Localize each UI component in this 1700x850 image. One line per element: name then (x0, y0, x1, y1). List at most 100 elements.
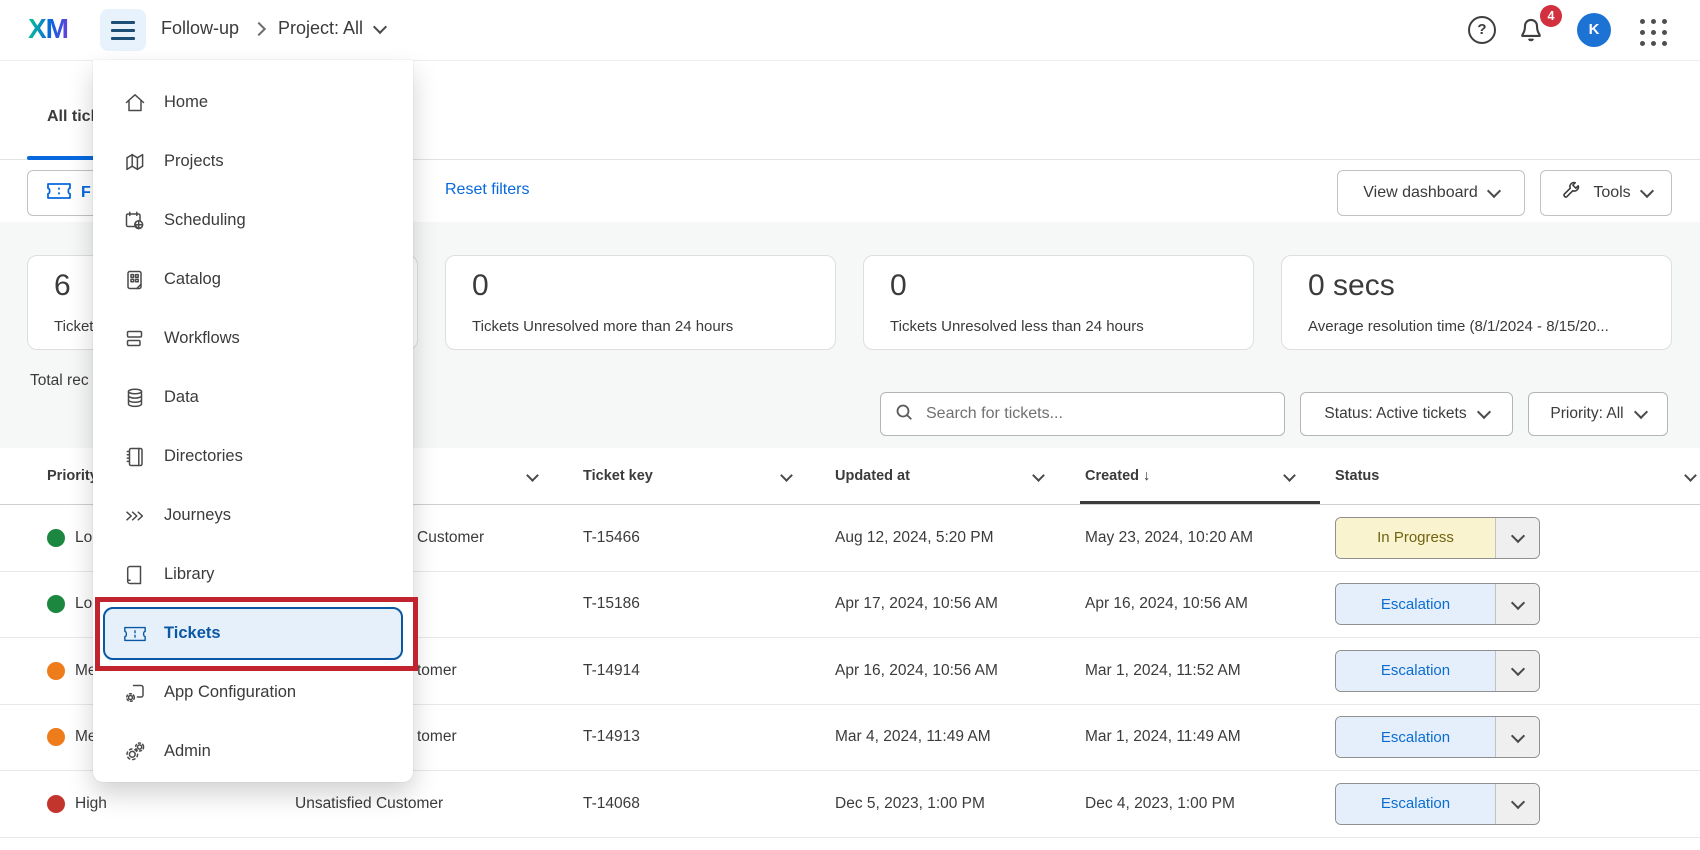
stat-card: 0Tickets Unresolved less than 24 hours (863, 255, 1254, 350)
menu-item-catalog[interactable]: Catalog (93, 250, 413, 309)
updated-at: Apr 16, 2024, 10:56 AM (835, 662, 998, 680)
status-badge: In Progress (1336, 518, 1495, 558)
priority-filter-dropdown[interactable]: Priority: All (1528, 392, 1668, 436)
ticket-key: T-14068 (583, 795, 640, 813)
wrench-icon (1560, 180, 1582, 207)
chevron-down-icon (1640, 184, 1654, 198)
ticket-key: T-14914 (583, 662, 640, 680)
menu-item-label: Directories (164, 447, 243, 466)
priority-filter-label: Priority: All (1550, 405, 1623, 423)
created-at: Dec 4, 2023, 1:00 PM (1085, 795, 1235, 813)
menu-item-admin[interactable]: Admin (93, 722, 413, 781)
stat-card-value: 0 secs (1308, 269, 1395, 303)
menu-item-label: Home (164, 93, 208, 112)
status-chevron-button[interactable] (1495, 717, 1539, 757)
status-dropdown[interactable]: In Progress (1335, 517, 1540, 559)
column-header-status[interactable]: Status (1335, 468, 1379, 484)
menu-item-directories[interactable]: Directories (93, 427, 413, 486)
menu-item-label: Journeys (164, 506, 231, 525)
sorted-column-indicator (1080, 501, 1320, 504)
notification-count-badge: 4 (1540, 5, 1562, 27)
breadcrumb-section[interactable]: Follow-up (161, 18, 239, 39)
menu-item-label: Tickets (164, 624, 221, 643)
status-dropdown[interactable]: Escalation (1335, 650, 1540, 692)
menu-item-workflows[interactable]: Workflows (93, 309, 413, 368)
priority-dot-icon (47, 529, 65, 547)
status-chevron-button[interactable] (1495, 651, 1539, 691)
column-sort-chevron[interactable] (1034, 468, 1043, 484)
priority-label: High (75, 795, 107, 813)
updated-at: Mar 4, 2024, 11:49 AM (835, 728, 991, 746)
status-badge: Escalation (1336, 784, 1495, 824)
status-chevron-button[interactable] (1495, 784, 1539, 824)
status-chevron-button[interactable] (1495, 584, 1539, 624)
menu-item-scheduling[interactable]: Scheduling (93, 191, 413, 250)
app-window: All tick F Reset filters View dashboard … (0, 0, 1700, 850)
menu-item-tickets[interactable]: Tickets (103, 607, 403, 660)
column-sort-chevron[interactable] (528, 468, 537, 484)
breadcrumb-separator-icon (252, 22, 266, 36)
ticket-search[interactable] (880, 392, 1285, 436)
view-dashboard-button[interactable]: View dashboard (1337, 170, 1525, 216)
scheduling-icon (123, 209, 147, 233)
column-header-updated-at[interactable]: Updated at (835, 468, 910, 484)
tools-label: Tools (1593, 184, 1630, 202)
menu-item-home[interactable]: Home (93, 73, 413, 132)
menu-item-projects[interactable]: Projects (93, 132, 413, 191)
stat-card-label: Ticket (54, 318, 93, 335)
user-avatar[interactable]: K (1577, 13, 1611, 47)
priority-dot-icon (47, 728, 65, 746)
stat-card-label: Tickets Unresolved less than 24 hours (890, 318, 1144, 335)
status-filter-label: Status: Active tickets (1324, 405, 1466, 423)
column-header-ticket-key[interactable]: Ticket key (583, 468, 653, 484)
ticket-name: tomer (417, 728, 457, 746)
data-icon (123, 386, 147, 410)
ticket-key: T-14913 (583, 728, 640, 746)
help-button[interactable]: ? (1468, 16, 1496, 44)
priority-dot-icon (47, 595, 65, 613)
ticket-name: Unsatisfied Customer (295, 795, 443, 813)
column-sort-chevron[interactable] (782, 468, 791, 484)
status-badge: Escalation (1336, 717, 1495, 757)
status-chevron-button[interactable] (1495, 518, 1539, 558)
filter-button-label: F (81, 184, 91, 202)
chevron-down-icon (1477, 405, 1491, 419)
created-at: Mar 1, 2024, 11:49 AM (1085, 728, 1241, 746)
menu-item-label: Data (164, 388, 199, 407)
global-navigation-menu: Home ProjectsSchedulingCatalog Workflows Da… (93, 60, 413, 782)
status-dropdown[interactable]: Escalation (1335, 783, 1540, 825)
breadcrumb-project-dropdown[interactable]: Project: All (278, 18, 385, 39)
priority-label: Lo (75, 529, 92, 547)
stat-card-label: Average resolution time (8/1/2024 - 8/15… (1308, 318, 1609, 335)
menu-item-library[interactable]: Library (93, 545, 413, 604)
tickets-icon (123, 622, 147, 646)
menu-item-journeys[interactable]: Journeys (93, 486, 413, 545)
status-dropdown[interactable]: Escalation (1335, 583, 1540, 625)
column-header-priority[interactable]: Priority (47, 468, 98, 484)
stat-card-label: Tickets Unresolved more than 24 hours (472, 318, 733, 335)
column-sort-chevron[interactable] (1686, 468, 1695, 484)
column-sort-chevron[interactable] (1285, 468, 1294, 484)
active-menu-slot: Tickets (93, 604, 413, 663)
menu-item-data[interactable]: Data (93, 368, 413, 427)
search-input[interactable] (924, 404, 1271, 424)
tab-all-tickets[interactable]: All tick (47, 108, 99, 126)
priority-dot-icon (47, 795, 65, 813)
app-switcher-icon[interactable] (1640, 19, 1667, 46)
directories-icon (123, 445, 147, 469)
status-filter-dropdown[interactable]: Status: Active tickets (1300, 392, 1513, 436)
column-header-created[interactable]: Created ↓ (1085, 468, 1150, 484)
ticket-name: tomer (417, 662, 457, 680)
created-at: Apr 16, 2024, 10:56 AM (1085, 595, 1248, 613)
admin-icon (123, 740, 147, 764)
priority-label: Lo (75, 595, 92, 613)
tools-button[interactable]: Tools (1540, 170, 1672, 216)
menu-item-app-configuration[interactable]: App Configuration (93, 663, 413, 722)
reset-filters-link[interactable]: Reset filters (445, 181, 529, 199)
menu-item-label: Library (164, 565, 214, 584)
hamburger-menu-button[interactable] (100, 9, 146, 51)
journeys-icon (123, 504, 147, 528)
menu-item-label: Workflows (164, 329, 240, 348)
status-dropdown[interactable]: Escalation (1335, 716, 1540, 758)
priority-dot-icon (47, 662, 65, 680)
